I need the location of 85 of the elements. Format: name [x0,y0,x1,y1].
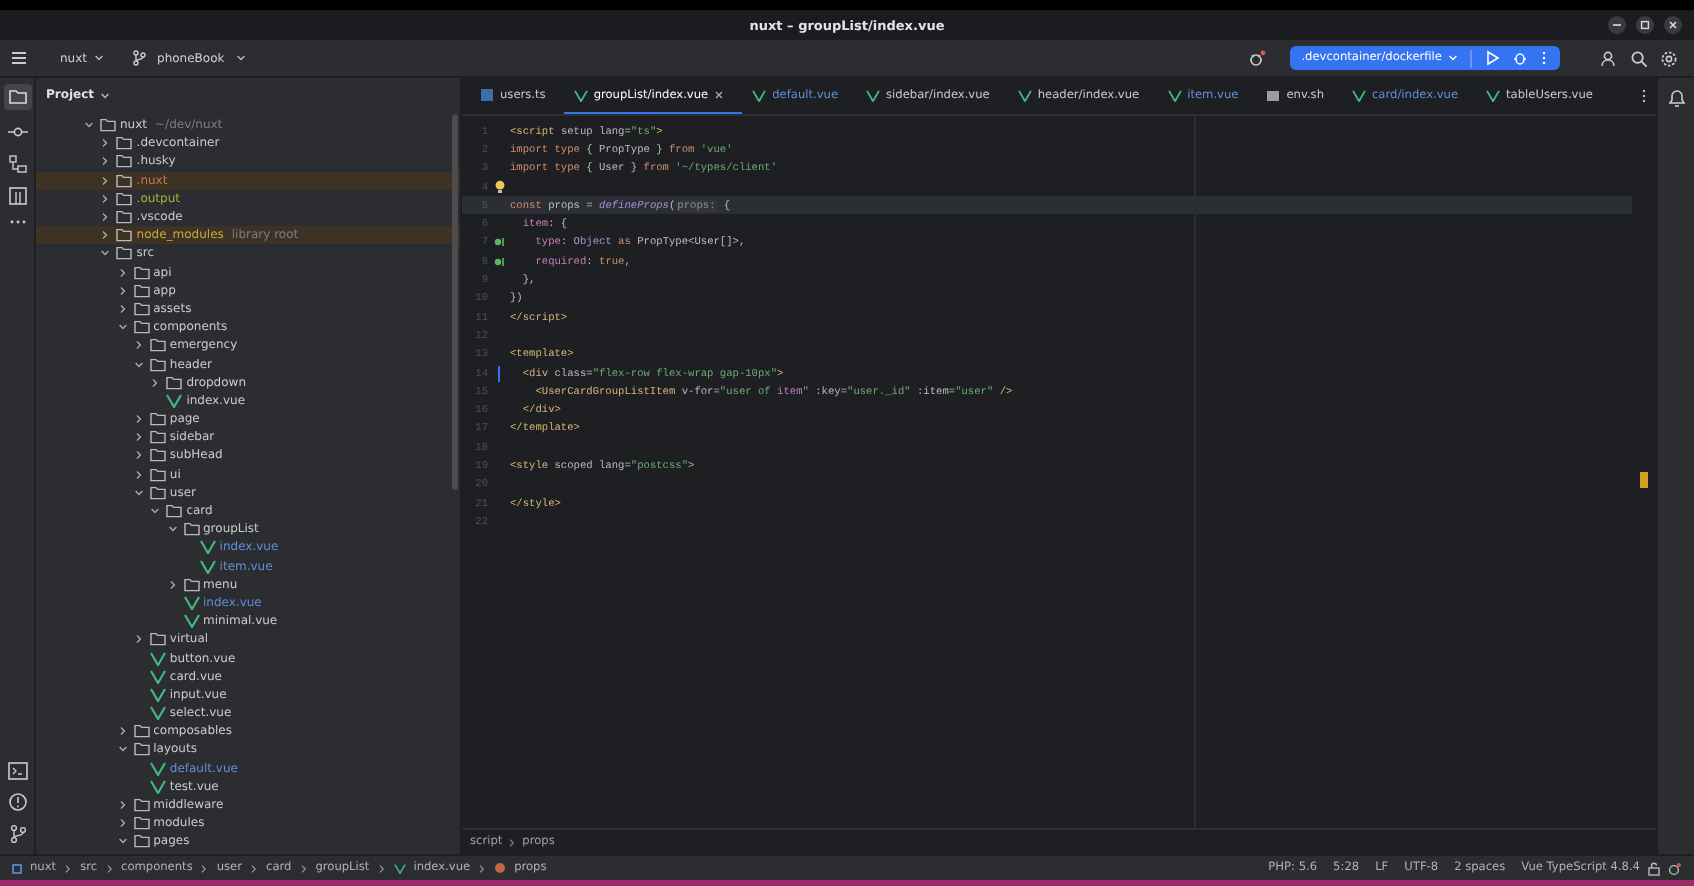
chevron-icon[interactable] [117,726,128,737]
property-icon [494,862,507,874]
vue-file-icon [166,393,183,408]
caret-icon[interactable] [100,91,111,99]
vue-file-icon [1352,89,1366,101]
chevron-icon[interactable] [84,120,94,131]
chevron-icon[interactable] [117,836,128,847]
more-icon[interactable] [7,218,27,226]
chevron-icon[interactable] [117,285,128,296]
chevron-icon[interactable] [117,322,128,333]
more-icon[interactable] [1540,50,1548,66]
chevron-icon[interactable] [117,818,128,829]
debug-icon[interactable] [1512,50,1528,66]
inspection-icon[interactable] [1668,861,1682,875]
commit-icon[interactable] [7,122,27,142]
chevron-icon[interactable] [133,432,144,443]
implements-icon[interactable] [493,236,505,249]
close-icon[interactable] [714,90,725,100]
git-icon[interactable] [7,824,27,844]
folder-icon[interactable] [3,84,31,110]
notifications-icon[interactable] [1667,88,1685,108]
chevron-icon[interactable] [133,487,144,498]
structure-icon[interactable] [7,154,27,174]
chevron-icon [250,863,259,873]
chevron-icon[interactable] [150,506,161,517]
chevron-icon[interactable] [100,193,111,204]
change-marker [497,365,501,381]
lock-icon[interactable] [1648,861,1660,875]
chevron-icon [64,863,73,873]
vue-file-icon [1017,89,1032,101]
chevron-icon[interactable] [133,469,144,480]
chevron-icon[interactable] [100,156,111,167]
chevron-icon [105,863,114,873]
chevron-icon[interactable] [167,579,177,590]
lightbulb-icon[interactable] [493,180,505,195]
chevron-icon[interactable] [100,212,111,223]
module-icon [12,863,22,873]
vue-file-icon [393,863,406,873]
scroll-marker [1640,472,1648,488]
caret-icon[interactable] [236,54,247,62]
implements-icon[interactable] [493,255,505,268]
branch-icon [131,50,146,66]
minimize-button[interactable] [1608,16,1626,34]
chevron-icon[interactable] [133,414,144,425]
chevron-icon [377,863,386,873]
chevron-icon[interactable] [133,340,144,351]
chevron-icon[interactable] [100,138,111,149]
maximize-button[interactable] [1636,16,1654,34]
settings-icon[interactable] [1660,49,1678,67]
chevron-icon[interactable] [117,744,128,755]
chevron-icon[interactable] [133,359,144,370]
menu-icon[interactable] [10,50,28,66]
vue-file-icon [573,89,588,101]
chevron-icon[interactable] [100,248,111,259]
chevron-icon[interactable] [117,800,128,811]
chevron-icon [478,863,487,873]
typescript-file-icon [480,88,494,102]
vue-file-icon [752,89,767,101]
caret-icon[interactable] [93,54,104,62]
terminal-icon[interactable] [7,762,27,780]
search-icon[interactable] [1630,49,1648,67]
problems-icon[interactable] [7,792,27,812]
chevron-icon [299,863,308,873]
close-button[interactable] [1664,16,1682,34]
chevron-icon[interactable] [100,175,111,186]
folder-icon [149,632,166,647]
folder-icon [183,577,199,592]
more-icon[interactable] [1640,88,1648,104]
run-icon[interactable] [1484,50,1500,66]
chevron-icon [200,863,209,873]
chevron-icon[interactable] [133,634,144,645]
user-icon[interactable] [1600,49,1618,67]
vue-file-icon [1167,89,1182,101]
chevron-icon[interactable] [100,230,111,241]
vue-file-icon [866,89,881,101]
vue-file-icon [1486,89,1501,101]
chevron-icon[interactable] [117,267,128,278]
chevron-icon[interactable] [167,524,177,535]
chevron-icon[interactable] [133,450,144,461]
bug-icon[interactable] [1247,49,1266,67]
shell-file-icon [1266,89,1281,101]
chevron-icon[interactable] [117,303,128,314]
chevron-icon[interactable] [150,377,161,388]
pull-requests-icon[interactable] [7,186,27,206]
chevron-icon [508,837,517,847]
